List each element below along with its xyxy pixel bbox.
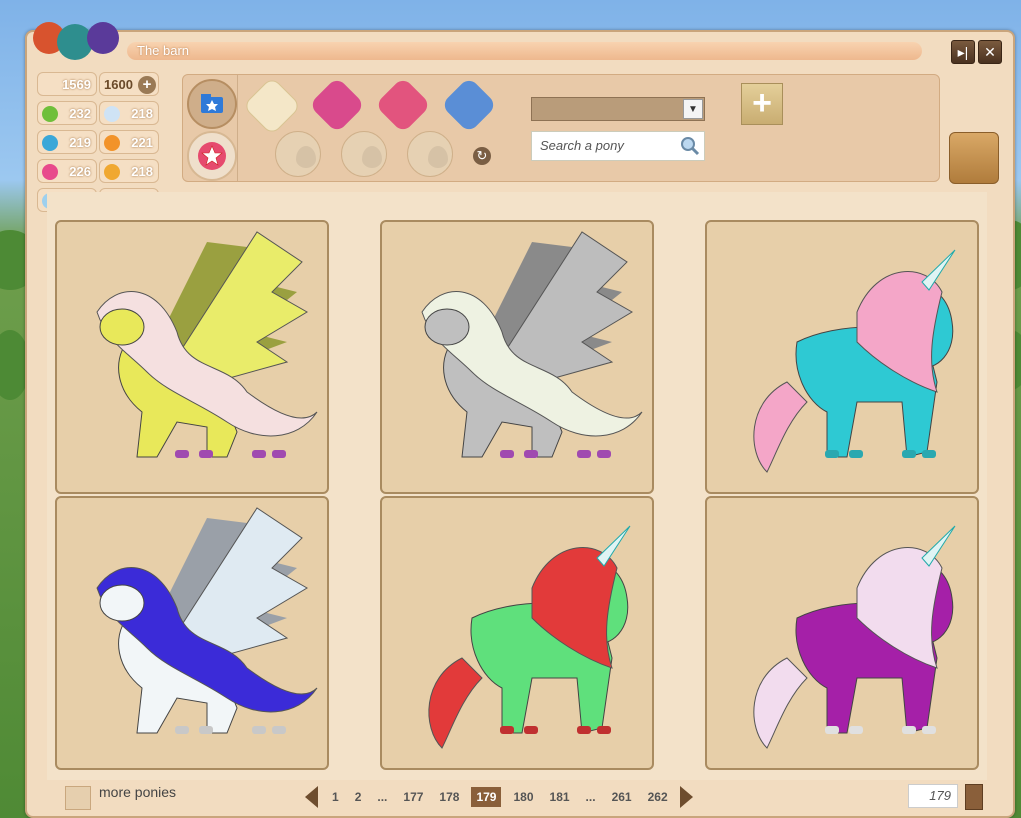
next-page-icon[interactable] [679,786,693,808]
resource-value: 218 [131,164,153,179]
page-ellipsis: ... [377,790,388,804]
pony-card[interactable] [705,496,979,770]
more-ponies-label: more ponies [99,784,177,800]
pony-card[interactable] [55,220,329,494]
pony-card[interactable] [380,496,654,770]
pawprint-icon [104,164,120,180]
favorites-button[interactable] [187,131,237,181]
add-energy-icon[interactable]: + [138,76,156,94]
search-icon[interactable] [680,136,700,156]
resource-stat: 221 [99,130,159,154]
go-page-button[interactable] [965,784,983,810]
page-link[interactable]: 1 [332,790,339,804]
resource-stat: 226 [37,159,97,183]
page-link[interactable]: 181 [550,790,570,804]
minimize-button[interactable]: ▸| [951,40,975,64]
resource-value: 219 [69,135,91,150]
page-link[interactable]: 262 [648,790,668,804]
resource-stat: 218 [99,101,159,125]
pony-card[interactable] [55,496,329,770]
barn-toolbar: ↻ ▼ Search a pony + [182,74,940,182]
pony-image [96,507,318,734]
add-button[interactable]: + [741,83,783,125]
transfer-pony-button[interactable] [949,132,999,184]
barn-window: The barn ▸| ✕ 1569 1600 + 232 218 219 221 22… [25,22,1015,818]
page-link[interactable]: 2 [355,790,362,804]
apple-icon [42,106,58,122]
pony-image [753,249,956,473]
pony-image [96,231,318,458]
pagination: 1 2 ... 177 178 179 180 181 ... 261 262 [305,785,693,809]
more-ponies-checkbox[interactable] [65,786,91,810]
page-link[interactable]: 261 [612,790,632,804]
cloud-icon [104,106,120,122]
all-breeds-icon[interactable] [242,76,302,136]
pony-image [421,231,643,458]
resource-stat: 218 [99,159,159,183]
resource-value: 221 [131,135,153,150]
search-input[interactable]: Search a pony [531,131,705,161]
paws-icon [42,135,58,151]
page-ellipsis: ... [585,790,596,804]
orange-icon [104,135,120,151]
page-link[interactable]: 180 [513,790,533,804]
category-dropdown[interactable]: ▼ [531,97,705,121]
current-page: 179 [471,787,502,807]
resource-value: 232 [69,106,91,121]
gender-icon[interactable] [308,76,366,134]
window-title: The barn [127,42,922,60]
resource-value: 226 [69,164,91,179]
resource-stat: 232 [37,101,97,125]
couple-icon[interactable] [440,76,498,134]
game-logo [33,22,119,60]
resource-stat: 219 [37,130,97,154]
page-link[interactable]: 177 [403,790,423,804]
folder-view-button[interactable] [187,79,237,129]
unicorn-filter-icon[interactable] [275,131,321,177]
pony-card[interactable] [705,220,979,494]
refresh-icon[interactable]: ↻ [473,147,491,165]
heart-icon [42,164,58,180]
pony-card[interactable] [380,220,654,494]
pony-image [753,525,956,749]
close-button[interactable]: ✕ [978,40,1002,64]
love-icon[interactable] [374,76,432,134]
eye-filter-icon[interactable] [407,131,453,177]
resource-value: 218 [131,106,153,121]
energy-value: 1569 [37,72,97,96]
prev-page-icon[interactable] [305,786,318,808]
chevron-down-icon: ▼ [683,99,703,119]
pony-image [428,525,631,749]
page-number-input[interactable]: 179 [908,784,958,808]
energy-max: 1600 + [99,72,159,96]
pony-grid [47,192,987,780]
trophy-filter-icon[interactable] [341,131,387,177]
page-link[interactable]: 178 [439,790,459,804]
